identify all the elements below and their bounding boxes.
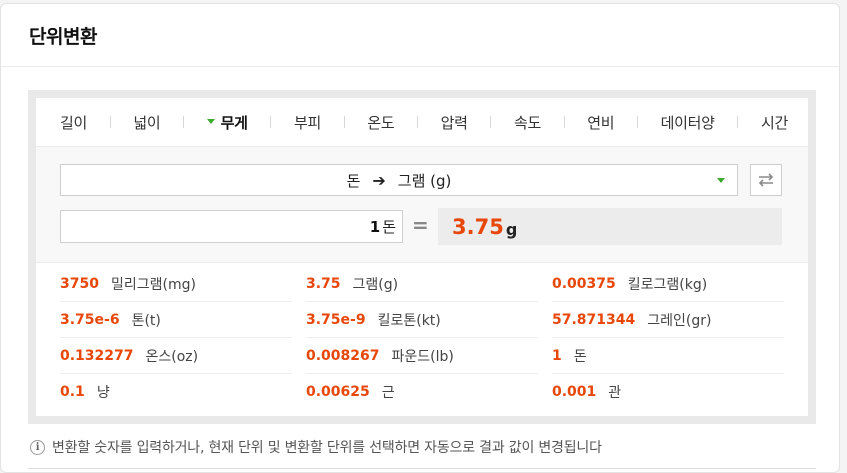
tab-divider (416, 116, 418, 128)
result-item-unit: 근 (381, 385, 395, 401)
tab-label: 온도 (367, 113, 395, 132)
tab-time[interactable]: 시간 (761, 112, 788, 133)
card-title: 단위변환 (29, 26, 97, 48)
tab-label: 데이터양 (660, 113, 715, 132)
swap-units-button[interactable] (750, 164, 782, 196)
tab-divider (270, 116, 272, 128)
results-grid: 3750 밀리그램(mg) 3.75 그램(g) 0.00375 킬로그램(kg) 3… (60, 266, 800, 410)
unit-converter-card: 단위변환 길이 넓이 무게 부피 온도 압력 속도 연비 데이터양 시간 돈 ➔… (0, 3, 840, 473)
tab-divider (563, 116, 565, 128)
result-unit: g (505, 220, 518, 239)
tab-fuel-efficiency[interactable]: 연비 (587, 112, 614, 133)
result-item: 0.1 냥 (60, 374, 292, 410)
result-item-value: 0.00625 (306, 384, 370, 400)
active-marker-icon (206, 118, 215, 124)
result-item-value: 3.75e-9 (306, 311, 366, 328)
result-item-value: 0.00375 (552, 275, 616, 292)
result-item: 0.132277 온스(oz) (60, 338, 292, 374)
result-item-value: 0.008267 (306, 347, 380, 364)
unit-pair-select[interactable]: 돈 ➔ 그램 (g) (60, 164, 738, 196)
result-item-unit: 파운드(lb) (391, 348, 454, 365)
result-item-unit: 관 (608, 385, 622, 401)
converter-frame: 길이 넓이 무게 부피 온도 압력 속도 연비 데이터양 시간 돈 ➔ 그램 (… (28, 90, 816, 424)
tab-label: 무게 (220, 113, 248, 132)
value-input-box: 돈 (60, 210, 403, 243)
result-item-unit: 냥 (96, 385, 110, 401)
tab-divider (636, 116, 638, 128)
tab-volume[interactable]: 부피 (294, 112, 321, 133)
result-item-value: 3750 (60, 275, 99, 292)
result-item: 3.75 그램(g) (306, 266, 538, 302)
converter-inner: 길이 넓이 무게 부피 온도 압력 속도 연비 데이터양 시간 돈 ➔ 그램 (… (36, 98, 808, 416)
result-item-value: 0.132277 (60, 347, 134, 364)
tab-pressure[interactable]: 압력 (441, 112, 468, 133)
result-item-unit: 돈 (573, 348, 587, 365)
result-item: 0.00625 근 (306, 374, 538, 410)
category-tabs: 길이 넓이 무게 부피 온도 압력 속도 연비 데이터양 시간 (36, 98, 808, 147)
tab-length[interactable]: 길이 (60, 112, 87, 133)
tab-label: 길이 (60, 113, 88, 132)
result-item: 1돈 (552, 338, 784, 374)
help-note: i 변환할 숫자를 입력하거나, 현재 단위 및 변환할 단위를 선택하면 자동… (30, 437, 602, 457)
tab-label: 시간 (760, 113, 788, 132)
tab-area[interactable]: 넓이 (133, 112, 160, 133)
result-box: 3.75 g (438, 208, 782, 245)
result-item-unit: 온스(oz) (145, 348, 199, 365)
tab-label: 압력 (440, 113, 468, 132)
tab-divider (343, 116, 345, 128)
from-unit-label: 돈 (346, 171, 361, 190)
to-unit-label: 그램 (g) (397, 171, 452, 190)
bottom-divider (28, 468, 816, 469)
chevron-down-icon (717, 178, 725, 183)
tab-weight[interactable]: 무게 (206, 112, 248, 133)
result-item-value: 0.1 (60, 384, 85, 400)
result-item-value: 57.871344 (552, 311, 636, 328)
result-item-value: 3.75e-6 (60, 311, 120, 328)
result-item-unit: 그램(g) (352, 276, 399, 293)
swap-icon (758, 173, 774, 187)
tab-divider (183, 116, 184, 128)
tab-label: 속도 (513, 113, 541, 132)
converter-panel: 돈 ➔ 그램 (g) 돈 = 3.75 (36, 147, 808, 263)
title-divider (1, 66, 839, 67)
result-item-unit: 톤(t) (131, 312, 161, 329)
tab-divider (737, 116, 739, 128)
result-item-unit: 밀리그램(mg) (110, 276, 196, 293)
result-item-unit: 킬로그램(kg) (627, 276, 708, 293)
arrow-right-icon: ➔ (372, 170, 386, 190)
tab-divider (490, 116, 492, 128)
input-unit-label: 돈 (382, 218, 396, 236)
tab-divider (109, 116, 111, 128)
result-item: 57.871344 그레인(gr) (552, 302, 784, 338)
tab-speed[interactable]: 속도 (514, 112, 541, 133)
result-value: 3.75 (452, 214, 504, 239)
result-item-unit: 킬로톤(kt) (377, 312, 441, 329)
tab-label: 연비 (587, 113, 615, 132)
result-item: 3.75e-9 킬로톤(kt) (306, 302, 538, 338)
result-item: 0.00375 킬로그램(kg) (552, 266, 784, 302)
tab-label: 부피 (293, 113, 321, 132)
result-item-unit: 그레인(gr) (647, 312, 712, 329)
help-note-text: 변환할 숫자를 입력하거나, 현재 단위 및 변환할 단위를 선택하면 자동으로… (52, 440, 602, 456)
result-item: 3750 밀리그램(mg) (60, 266, 292, 302)
tab-data-size[interactable]: 데이터양 (661, 112, 715, 133)
result-item-value: 1 (552, 347, 562, 364)
result-item-value: 3.75 (306, 275, 341, 292)
info-icon: i (30, 439, 45, 455)
tab-temperature[interactable]: 온도 (367, 112, 394, 133)
equals-sign: = (412, 213, 429, 237)
tab-label: 넓이 (133, 113, 161, 132)
result-item-value: 0.001 (552, 384, 597, 400)
result-item: 0.001 관 (552, 374, 784, 410)
result-item: 3.75e-6 톤(t) (60, 302, 292, 338)
value-input[interactable] (80, 217, 381, 236)
result-item: 0.008267 파운드(lb) (306, 338, 538, 374)
